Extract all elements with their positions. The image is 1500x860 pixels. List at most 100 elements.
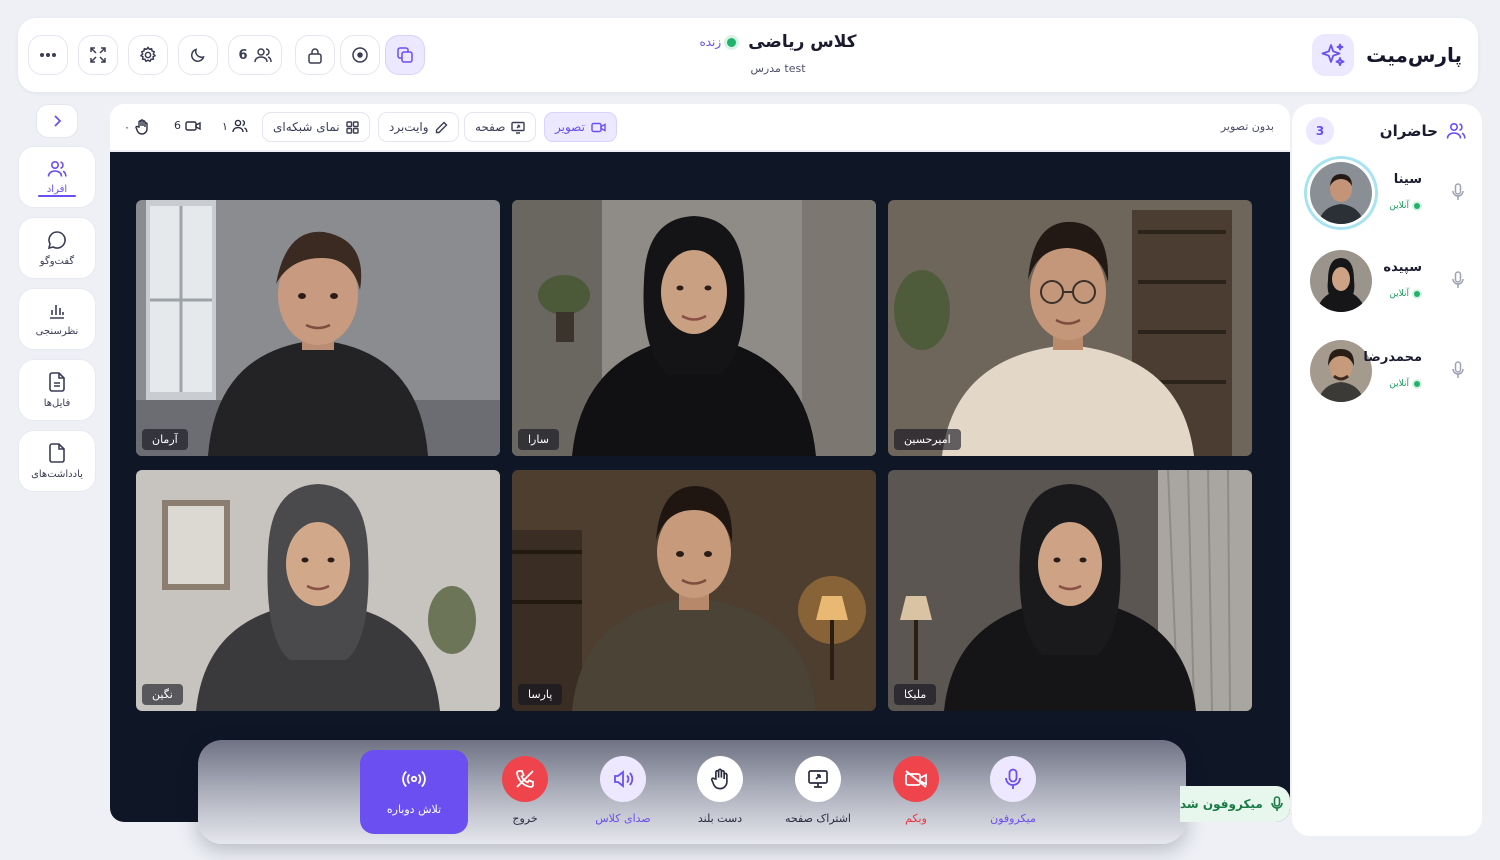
phone-hangup-icon [514, 768, 536, 790]
top-header: 6 کلاس ریاضی زنده مدرس test پارس‌میت [18, 18, 1478, 92]
class-audio-control[interactable]: صدای کلاس [583, 756, 663, 825]
tab-grid-label: نمای شبکه‌ای [273, 120, 340, 134]
video-tile[interactable]: نگین [136, 470, 500, 711]
online-dot-icon [1414, 291, 1420, 297]
more-menu-button[interactable] [28, 35, 68, 75]
microphone-icon[interactable] [1452, 361, 1464, 379]
video-tile[interactable]: سارا [512, 200, 876, 456]
tab-screen[interactable]: صفحه [464, 112, 537, 142]
attendee-status: آنلاین [1389, 289, 1420, 299]
note-icon [49, 442, 65, 463]
share-screen-button[interactable] [795, 756, 841, 802]
avatar [1310, 250, 1372, 312]
rail-item-notes[interactable]: یادداشت‌های [18, 430, 96, 492]
attendee-status-label: آنلاین [1389, 201, 1409, 211]
online-dot-icon [1414, 381, 1420, 387]
settings-button[interactable] [128, 35, 168, 75]
attendee-item[interactable]: محمدرضا آنلاین [1304, 336, 1472, 406]
leave-button[interactable] [502, 756, 548, 802]
attendees-title-label: حاضران [1379, 122, 1438, 140]
share-screen-control[interactable]: اشتراک صفحه [778, 756, 858, 825]
attendees-title: حاضران [1380, 122, 1466, 140]
video-tile[interactable]: پارسا [512, 470, 876, 711]
video-tile[interactable]: ملیکا [888, 470, 1252, 711]
microphone-control[interactable]: میکروفون [973, 756, 1053, 825]
leave-control[interactable]: خروج [485, 756, 565, 825]
grid-icon [345, 120, 359, 134]
class-info: کلاس ریاضی زنده مدرس test [628, 32, 928, 75]
raised-hands-stat: ۰ [124, 119, 150, 135]
attendee-status: آنلاین [1389, 379, 1420, 389]
retry-button[interactable]: تلاش دوباره [360, 750, 468, 834]
teacher-label: مدرس test [750, 62, 806, 75]
raise-hand-button[interactable] [697, 756, 743, 802]
users-icon [232, 119, 248, 133]
sidebar-collapse-button[interactable] [36, 104, 78, 138]
camera-off-icon [904, 769, 928, 789]
class-title: کلاس ریاضی [748, 32, 857, 52]
live-label: زنده [699, 35, 722, 49]
leave-label: خروج [512, 812, 538, 825]
active-indicator [38, 195, 76, 197]
webcam-button[interactable] [893, 756, 939, 802]
lock-icon [307, 47, 323, 64]
online-dot-icon [1414, 203, 1420, 209]
microphone-button[interactable] [990, 756, 1036, 802]
tab-video[interactable]: تصویر [544, 112, 617, 142]
lock-room-button[interactable] [295, 35, 335, 75]
chat-icon [47, 230, 67, 250]
video-feed [888, 470, 1252, 711]
tab-video-label: تصویر [555, 120, 585, 134]
more-dots-icon [39, 52, 57, 58]
people-icon [47, 160, 67, 178]
retry-label: تلاش دوباره [386, 802, 442, 816]
mic-toast-label: میکروفون شد [1180, 797, 1263, 811]
camera-icon [185, 120, 201, 132]
video-feed [136, 200, 500, 456]
video-feed [512, 200, 876, 456]
raise-hand-label: دست بلند [697, 812, 743, 825]
participants-count-button[interactable]: 6 [228, 35, 282, 75]
microphone-icon[interactable] [1452, 183, 1464, 201]
rail-item-chat[interactable]: گفت‌وگو [18, 217, 96, 279]
attendees-header: حاضران 3 [1306, 116, 1466, 146]
avatar [1310, 162, 1372, 224]
attendee-item[interactable]: سینا آنلاین [1304, 158, 1472, 228]
raise-hand-control[interactable]: دست بلند [680, 756, 760, 825]
tab-grid-view[interactable]: نمای شبکه‌ای [262, 112, 370, 142]
rail-item-label: افراد [46, 183, 68, 195]
live-indicator: زنده [699, 35, 737, 49]
rail-item-people[interactable]: افراد [18, 146, 96, 208]
microphone-label: میکروفون [990, 812, 1036, 825]
rail-item-poll[interactable]: نظرسنجی [18, 288, 96, 350]
attendees-panel: حاضران 3 سینا آنلاین سپیده آنلاین محمدرض… [1292, 104, 1482, 836]
users-icon [1446, 122, 1466, 140]
theme-toggle-button[interactable] [178, 35, 218, 75]
call-controls: تلاش دوباره خروج صدای کلاس دست بلند اشتر… [198, 740, 1186, 844]
rail-item-label: گفت‌وگو [39, 255, 75, 267]
video-tile[interactable]: امیرحسین [888, 200, 1252, 456]
expand-icon [90, 47, 106, 63]
share-screen-label: اشتراک صفحه [785, 812, 851, 825]
stage-toolbar: ۰ 6 ۱ نمای شبکه‌ای وایت‌برد صفحه [110, 104, 1290, 150]
fullscreen-button[interactable] [78, 35, 118, 75]
rail-item-label: نظرسنجی [35, 325, 79, 337]
record-button[interactable] [340, 35, 380, 75]
attendee-item[interactable]: سپیده آنلاین [1304, 246, 1472, 316]
copy-link-button[interactable] [385, 35, 425, 75]
video-feed [136, 470, 500, 711]
copy-icon [396, 46, 414, 64]
class-audio-button[interactable] [600, 756, 646, 802]
participant-name-tag: پارسا [518, 684, 563, 705]
brand: پارس‌میت [1312, 34, 1462, 76]
people-stat: ۱ [222, 119, 248, 133]
participant-name-tag: ملیکا [894, 684, 937, 705]
webcam-control[interactable]: وبکم [876, 756, 956, 825]
no-video-toggle[interactable]: بدون تصویر [1221, 120, 1274, 133]
microphone-icon [1270, 796, 1283, 812]
tab-whiteboard[interactable]: وایت‌برد [378, 112, 459, 142]
video-tile[interactable]: آرمان [136, 200, 500, 456]
rail-item-files[interactable]: فایل‌ها [18, 359, 96, 421]
cameras-stat: 6 [174, 119, 201, 132]
microphone-icon[interactable] [1452, 271, 1464, 289]
